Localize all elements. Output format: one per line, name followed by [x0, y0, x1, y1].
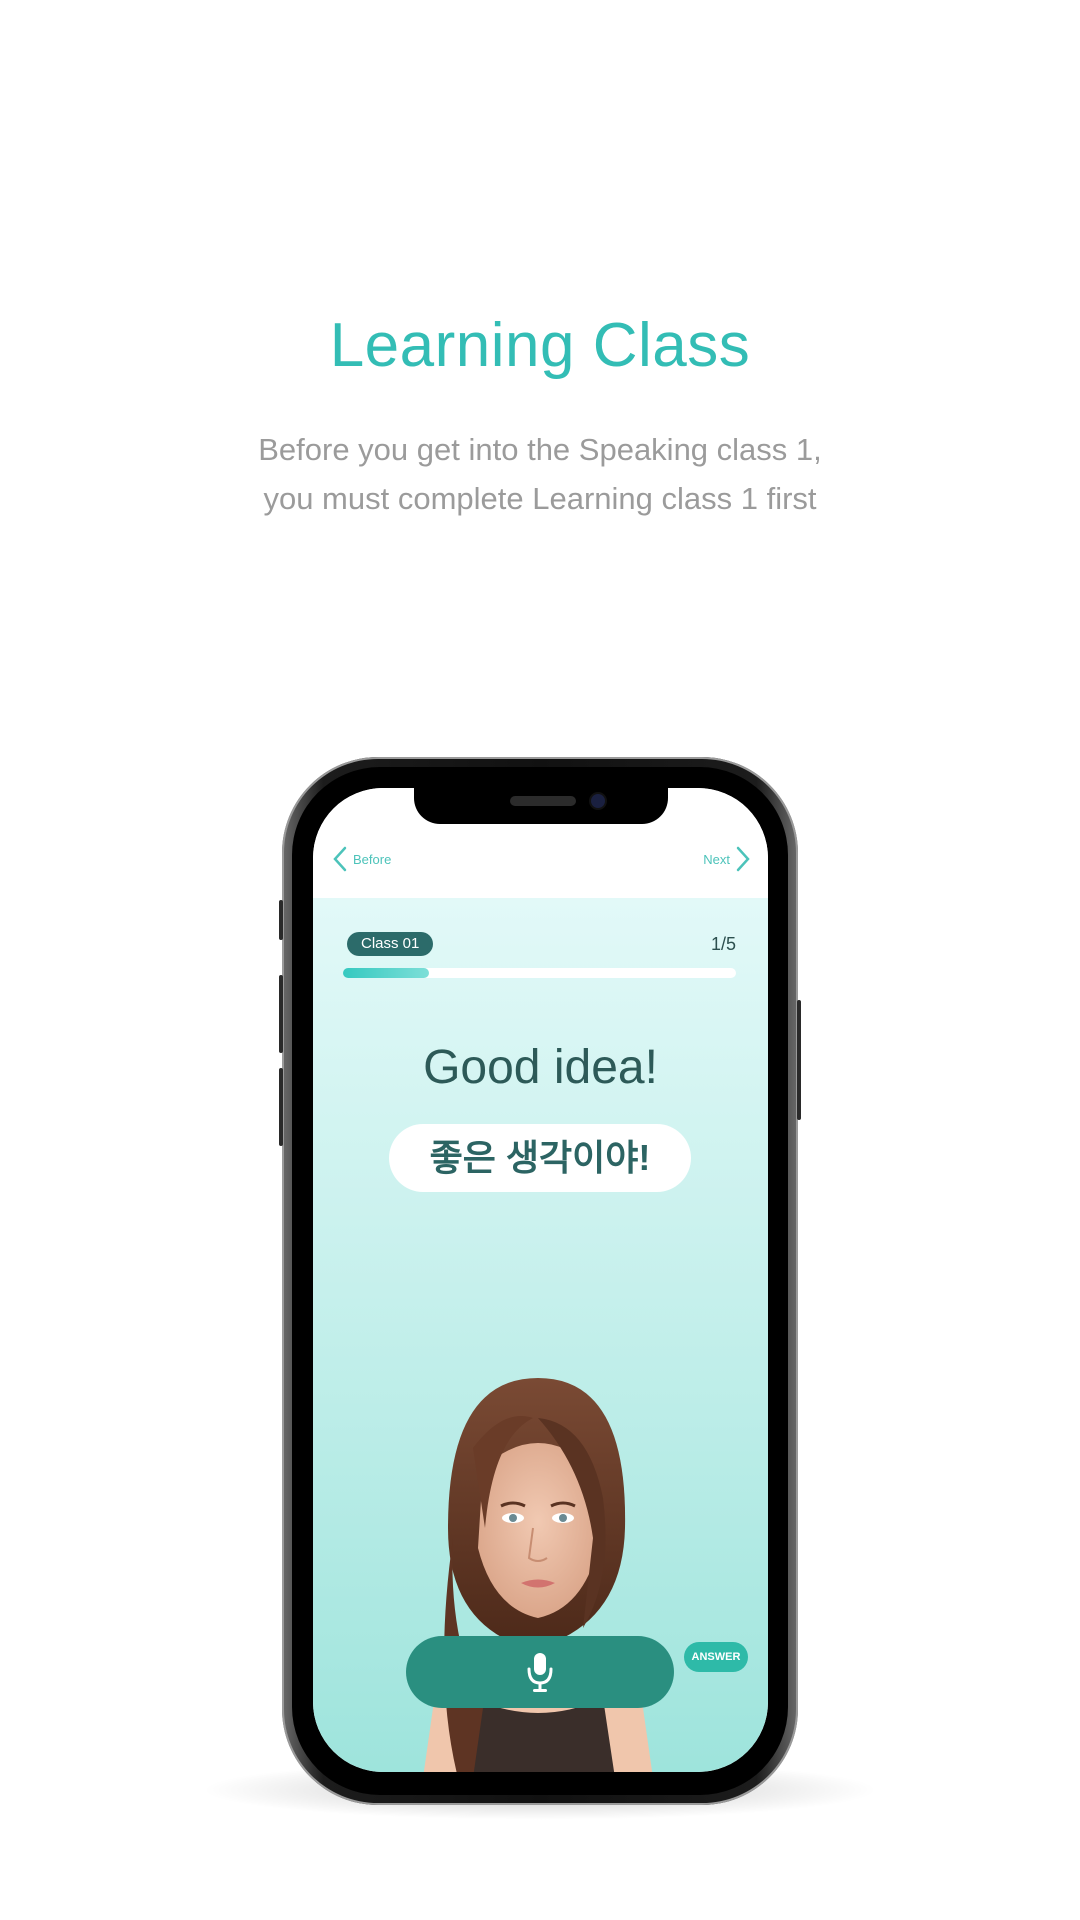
- description-line-2: you must complete Learning class 1 first: [263, 481, 817, 516]
- korean-phrase: 좋은 생각이야!: [389, 1124, 691, 1192]
- chevron-right-icon: [736, 846, 750, 872]
- class-badge: Class 01: [347, 932, 434, 956]
- tutor-avatar: [423, 1378, 653, 1772]
- phone-screen: Before Next Class 01 1/5 Good idea! 좋은 생…: [313, 788, 768, 1772]
- power-button: [797, 1000, 801, 1120]
- chevron-left-icon: [333, 846, 347, 872]
- progress-bar: [343, 968, 736, 978]
- before-button[interactable]: Before: [333, 846, 391, 872]
- volume-up-button: [279, 975, 283, 1053]
- before-label: Before: [353, 851, 392, 867]
- mute-switch: [279, 900, 283, 940]
- lesson-area: Class 01 1/5 Good idea! 좋은 생각이야! ANSWER: [313, 898, 768, 1772]
- next-button[interactable]: Next: [703, 846, 750, 872]
- answer-button[interactable]: ANSWER: [684, 1642, 748, 1672]
- front-camera: [591, 794, 605, 808]
- description-line-1: Before you get into the Speaking class 1…: [258, 432, 822, 467]
- microphone-button[interactable]: [406, 1636, 674, 1708]
- volume-down-button: [279, 1068, 283, 1146]
- english-phrase: Good idea!: [423, 1041, 658, 1094]
- page-counter: 1/5: [710, 934, 736, 954]
- progress-fill: [343, 968, 430, 978]
- microphone-icon: [527, 1653, 553, 1692]
- speaker-grille: [510, 796, 576, 806]
- notch: [414, 788, 668, 824]
- next-label: Next: [703, 851, 730, 867]
- page-title: Learning Class: [329, 311, 751, 380]
